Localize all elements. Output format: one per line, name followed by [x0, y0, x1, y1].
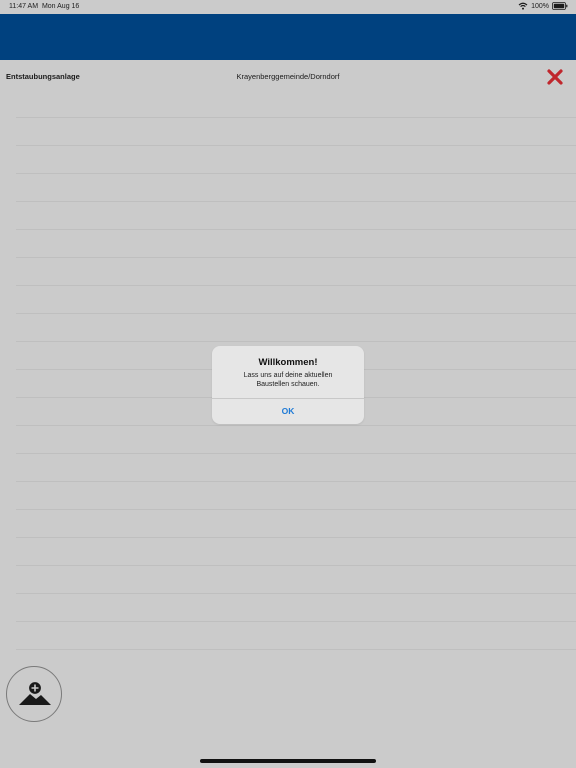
list-row[interactable] — [16, 174, 576, 202]
battery-icon — [552, 2, 568, 10]
list-row[interactable] — [16, 622, 576, 650]
list-row[interactable] — [16, 230, 576, 258]
add-location-button[interactable] — [6, 666, 62, 722]
alert-message: Lass uns auf deine aktuellen Baustellen … — [222, 371, 354, 389]
status-time-date: 11:47 AM Mon Aug 16 — [9, 3, 79, 10]
close-icon — [546, 69, 564, 90]
list-row[interactable] — [16, 258, 576, 286]
status-date: Mon Aug 16 — [41, 3, 80, 10]
location-title: Krayenberggemeinde/Dorndorf — [236, 72, 340, 81]
list-row[interactable] — [16, 454, 576, 482]
list-row[interactable] — [16, 146, 576, 174]
list-row[interactable] — [16, 286, 576, 314]
ok-button[interactable]: OK — [212, 399, 364, 424]
battery-percent: 100% — [531, 2, 549, 10]
alert-message-line-1: Lass uns auf deine aktuellen — [243, 372, 333, 379]
status-bar: 11:47 AM Mon Aug 16 100% — [0, 0, 576, 14]
alert-title: Willkommen! — [258, 357, 318, 368]
list-row[interactable] — [16, 202, 576, 230]
app-screen: 11:47 AM Mon Aug 16 100% Entstaubungsanl… — [0, 0, 576, 768]
home-indicator[interactable] — [200, 759, 376, 763]
list-row[interactable] — [16, 314, 576, 342]
status-indicators: 100% — [518, 2, 568, 10]
welcome-alert: Willkommen! Lass uns auf deine aktuellen… — [212, 346, 364, 424]
list-row[interactable] — [16, 90, 576, 118]
alert-message-line-2: Baustellen schauen. — [256, 381, 320, 388]
list-row[interactable] — [16, 482, 576, 510]
status-time: 11:47 AM — [9, 3, 39, 10]
list-row[interactable] — [16, 426, 576, 454]
title-row: Entstaubungsanlage Krayenberggemeinde/Do… — [0, 62, 576, 90]
close-button[interactable] — [546, 68, 564, 86]
list-row[interactable] — [16, 510, 576, 538]
wifi-icon — [518, 2, 528, 10]
list-row[interactable] — [16, 566, 576, 594]
list-row[interactable] — [16, 118, 576, 146]
header-band — [0, 14, 576, 60]
list-row[interactable] — [16, 594, 576, 622]
list-row[interactable] — [16, 538, 576, 566]
